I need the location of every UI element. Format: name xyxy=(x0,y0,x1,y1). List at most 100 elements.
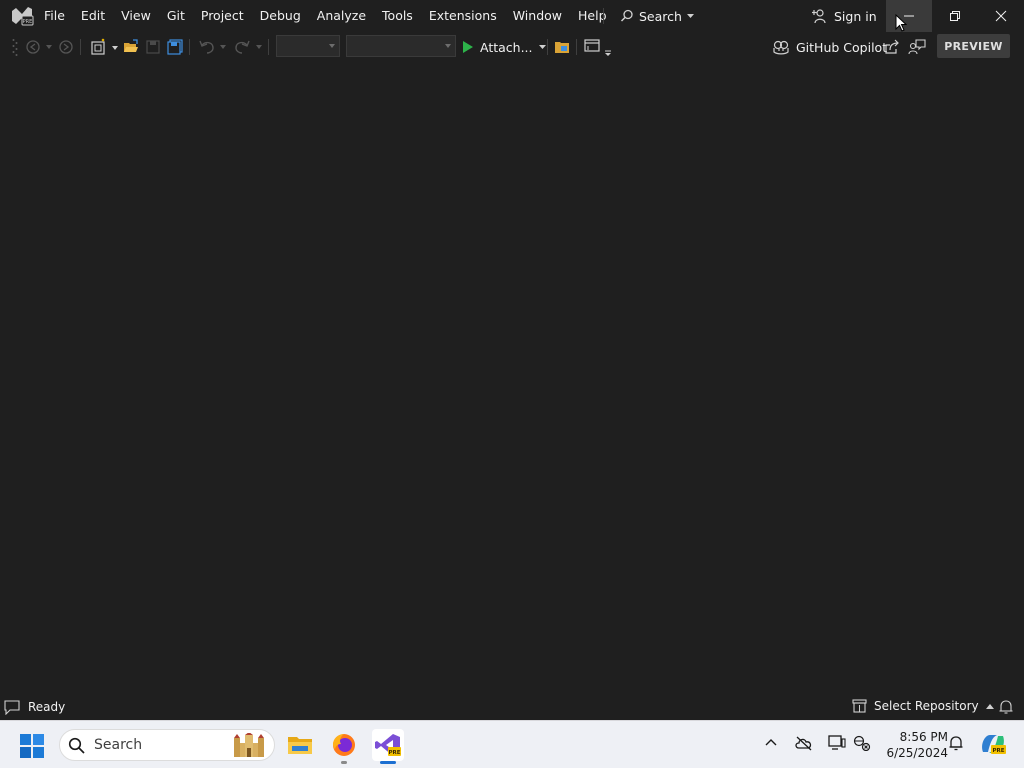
menu-file[interactable]: File xyxy=(36,4,73,28)
browse-folder-button[interactable] xyxy=(552,37,572,57)
sign-in-label: Sign in xyxy=(834,8,877,24)
copilot-badge-text: PRE xyxy=(992,748,1004,754)
menu-window[interactable]: Window xyxy=(505,4,570,28)
display-tray-button[interactable] xyxy=(828,735,846,755)
toolbar-divider xyxy=(576,39,577,55)
mouse-cursor-icon xyxy=(895,14,907,32)
standard-toolbar: Attach... GitHub Copilot xyxy=(0,32,1024,62)
search-button[interactable]: Search xyxy=(616,4,698,28)
undo-icon xyxy=(199,40,226,54)
new-project-icon xyxy=(91,38,118,55)
menu-extensions[interactable]: Extensions xyxy=(421,4,505,28)
notifications-button[interactable] xyxy=(998,699,1014,718)
copilot-icon xyxy=(773,40,789,55)
navigate-back-icon xyxy=(26,40,52,54)
attach-button[interactable]: Attach... xyxy=(462,36,546,58)
search-label: Search xyxy=(639,8,682,24)
menu-edit[interactable]: Edit xyxy=(73,4,113,28)
status-ready: Ready xyxy=(4,699,65,715)
close-icon xyxy=(995,10,1007,22)
close-button[interactable] xyxy=(978,0,1024,32)
taskbar-search-placeholder: Search xyxy=(94,737,143,753)
save-button[interactable] xyxy=(144,37,162,57)
taskbar-clock[interactable]: 8:56 PM 6/25/2024 xyxy=(876,729,948,761)
output-message-icon[interactable] xyxy=(4,699,20,715)
firefox-icon xyxy=(333,734,355,756)
redo-button[interactable] xyxy=(232,37,264,57)
network-disconnected-icon xyxy=(853,735,871,752)
person-add-icon xyxy=(812,9,826,24)
notification-center-button[interactable] xyxy=(948,735,964,755)
preview-badge: PREVIEW xyxy=(937,34,1010,58)
open-folder-icon xyxy=(124,39,138,52)
solution-configuration-dropdown[interactable] xyxy=(276,35,340,57)
sign-in-button[interactable]: Sign in xyxy=(808,4,881,28)
clock-time: 8:56 PM xyxy=(899,730,948,744)
chevron-down-icon xyxy=(538,44,546,49)
folder-search-icon xyxy=(555,42,569,53)
solution-platform-dropdown[interactable] xyxy=(346,35,456,57)
menu-project[interactable]: Project xyxy=(193,4,252,28)
start-button[interactable] xyxy=(20,734,44,762)
github-copilot-button[interactable]: GitHub Copilot xyxy=(772,36,887,58)
cloud-offline-icon xyxy=(795,736,812,751)
bell-icon xyxy=(999,700,1013,714)
menu-analyze[interactable]: Analyze xyxy=(309,4,374,28)
navigate-back-button[interactable] xyxy=(22,37,54,57)
copilot-label: GitHub Copilot xyxy=(796,39,888,55)
navigate-forward-icon xyxy=(59,40,73,54)
menu-tools[interactable]: Tools xyxy=(374,4,421,28)
new-project-button[interactable] xyxy=(88,37,120,57)
save-all-icon xyxy=(167,39,183,55)
share-button[interactable] xyxy=(882,37,902,57)
attach-label: Attach... xyxy=(480,39,533,55)
search-highlight-castle-icon xyxy=(234,733,264,757)
title-bar: PRE File Edit View Git Project Debug Ana… xyxy=(0,0,1024,32)
chevron-down-icon xyxy=(445,44,451,48)
running-indicator xyxy=(341,761,347,764)
layout-options-button[interactable] xyxy=(582,37,616,57)
status-ready-text: Ready xyxy=(28,700,66,714)
menu-help[interactable]: Help xyxy=(570,4,615,28)
restore-button[interactable] xyxy=(932,0,978,32)
select-repository-label: Select Repository xyxy=(874,699,979,713)
bell-icon xyxy=(949,736,963,751)
windows-taskbar: Search PRE 8:56 PM 6/25/2024 PRE xyxy=(0,720,1024,768)
visual-studio-taskbar-button[interactable]: PRE xyxy=(372,729,404,764)
file-explorer-taskbar-button[interactable] xyxy=(284,729,316,761)
chevron-down-icon xyxy=(329,44,335,48)
menu-debug[interactable]: Debug xyxy=(252,4,309,28)
search-icon xyxy=(68,737,85,754)
repository-icon xyxy=(852,699,867,713)
undo-button[interactable] xyxy=(196,37,228,57)
visual-studio-preview-logo-icon[interactable]: PRE xyxy=(10,5,34,27)
onedrive-tray-button[interactable] xyxy=(794,735,814,755)
save-icon xyxy=(146,40,160,54)
taskbar-search-box[interactable]: Search xyxy=(59,729,275,761)
menu-git[interactable]: Git xyxy=(159,4,193,28)
menu-view[interactable]: View xyxy=(113,4,159,28)
play-icon xyxy=(463,41,473,53)
save-all-button[interactable] xyxy=(166,37,184,57)
editor-workspace xyxy=(0,62,1024,694)
main-menu: File Edit View Git Project Debug Analyze… xyxy=(36,0,615,32)
navigate-forward-button[interactable] xyxy=(56,37,76,57)
active-indicator xyxy=(380,761,396,764)
file-explorer-icon xyxy=(288,737,312,754)
select-repository-button[interactable]: Select Repository xyxy=(852,699,994,713)
show-hidden-icons-button[interactable] xyxy=(764,735,778,754)
firefox-taskbar-button[interactable] xyxy=(328,729,360,764)
share-icon xyxy=(885,39,899,54)
toolbar-grip-icon[interactable] xyxy=(8,37,22,57)
status-bar: Ready Select Repository xyxy=(0,694,1024,720)
restore-icon xyxy=(950,11,960,21)
chevron-up-icon xyxy=(985,703,994,709)
toolbar-divider xyxy=(80,39,81,55)
open-file-button[interactable] xyxy=(122,37,140,57)
network-tray-button[interactable] xyxy=(853,735,871,755)
copilot-taskbar-button[interactable]: PRE xyxy=(980,732,1006,760)
window-layout-icon xyxy=(584,39,611,56)
toolbar-divider xyxy=(189,39,190,55)
minimize-button[interactable] xyxy=(886,0,932,32)
feedback-button[interactable] xyxy=(906,37,928,57)
